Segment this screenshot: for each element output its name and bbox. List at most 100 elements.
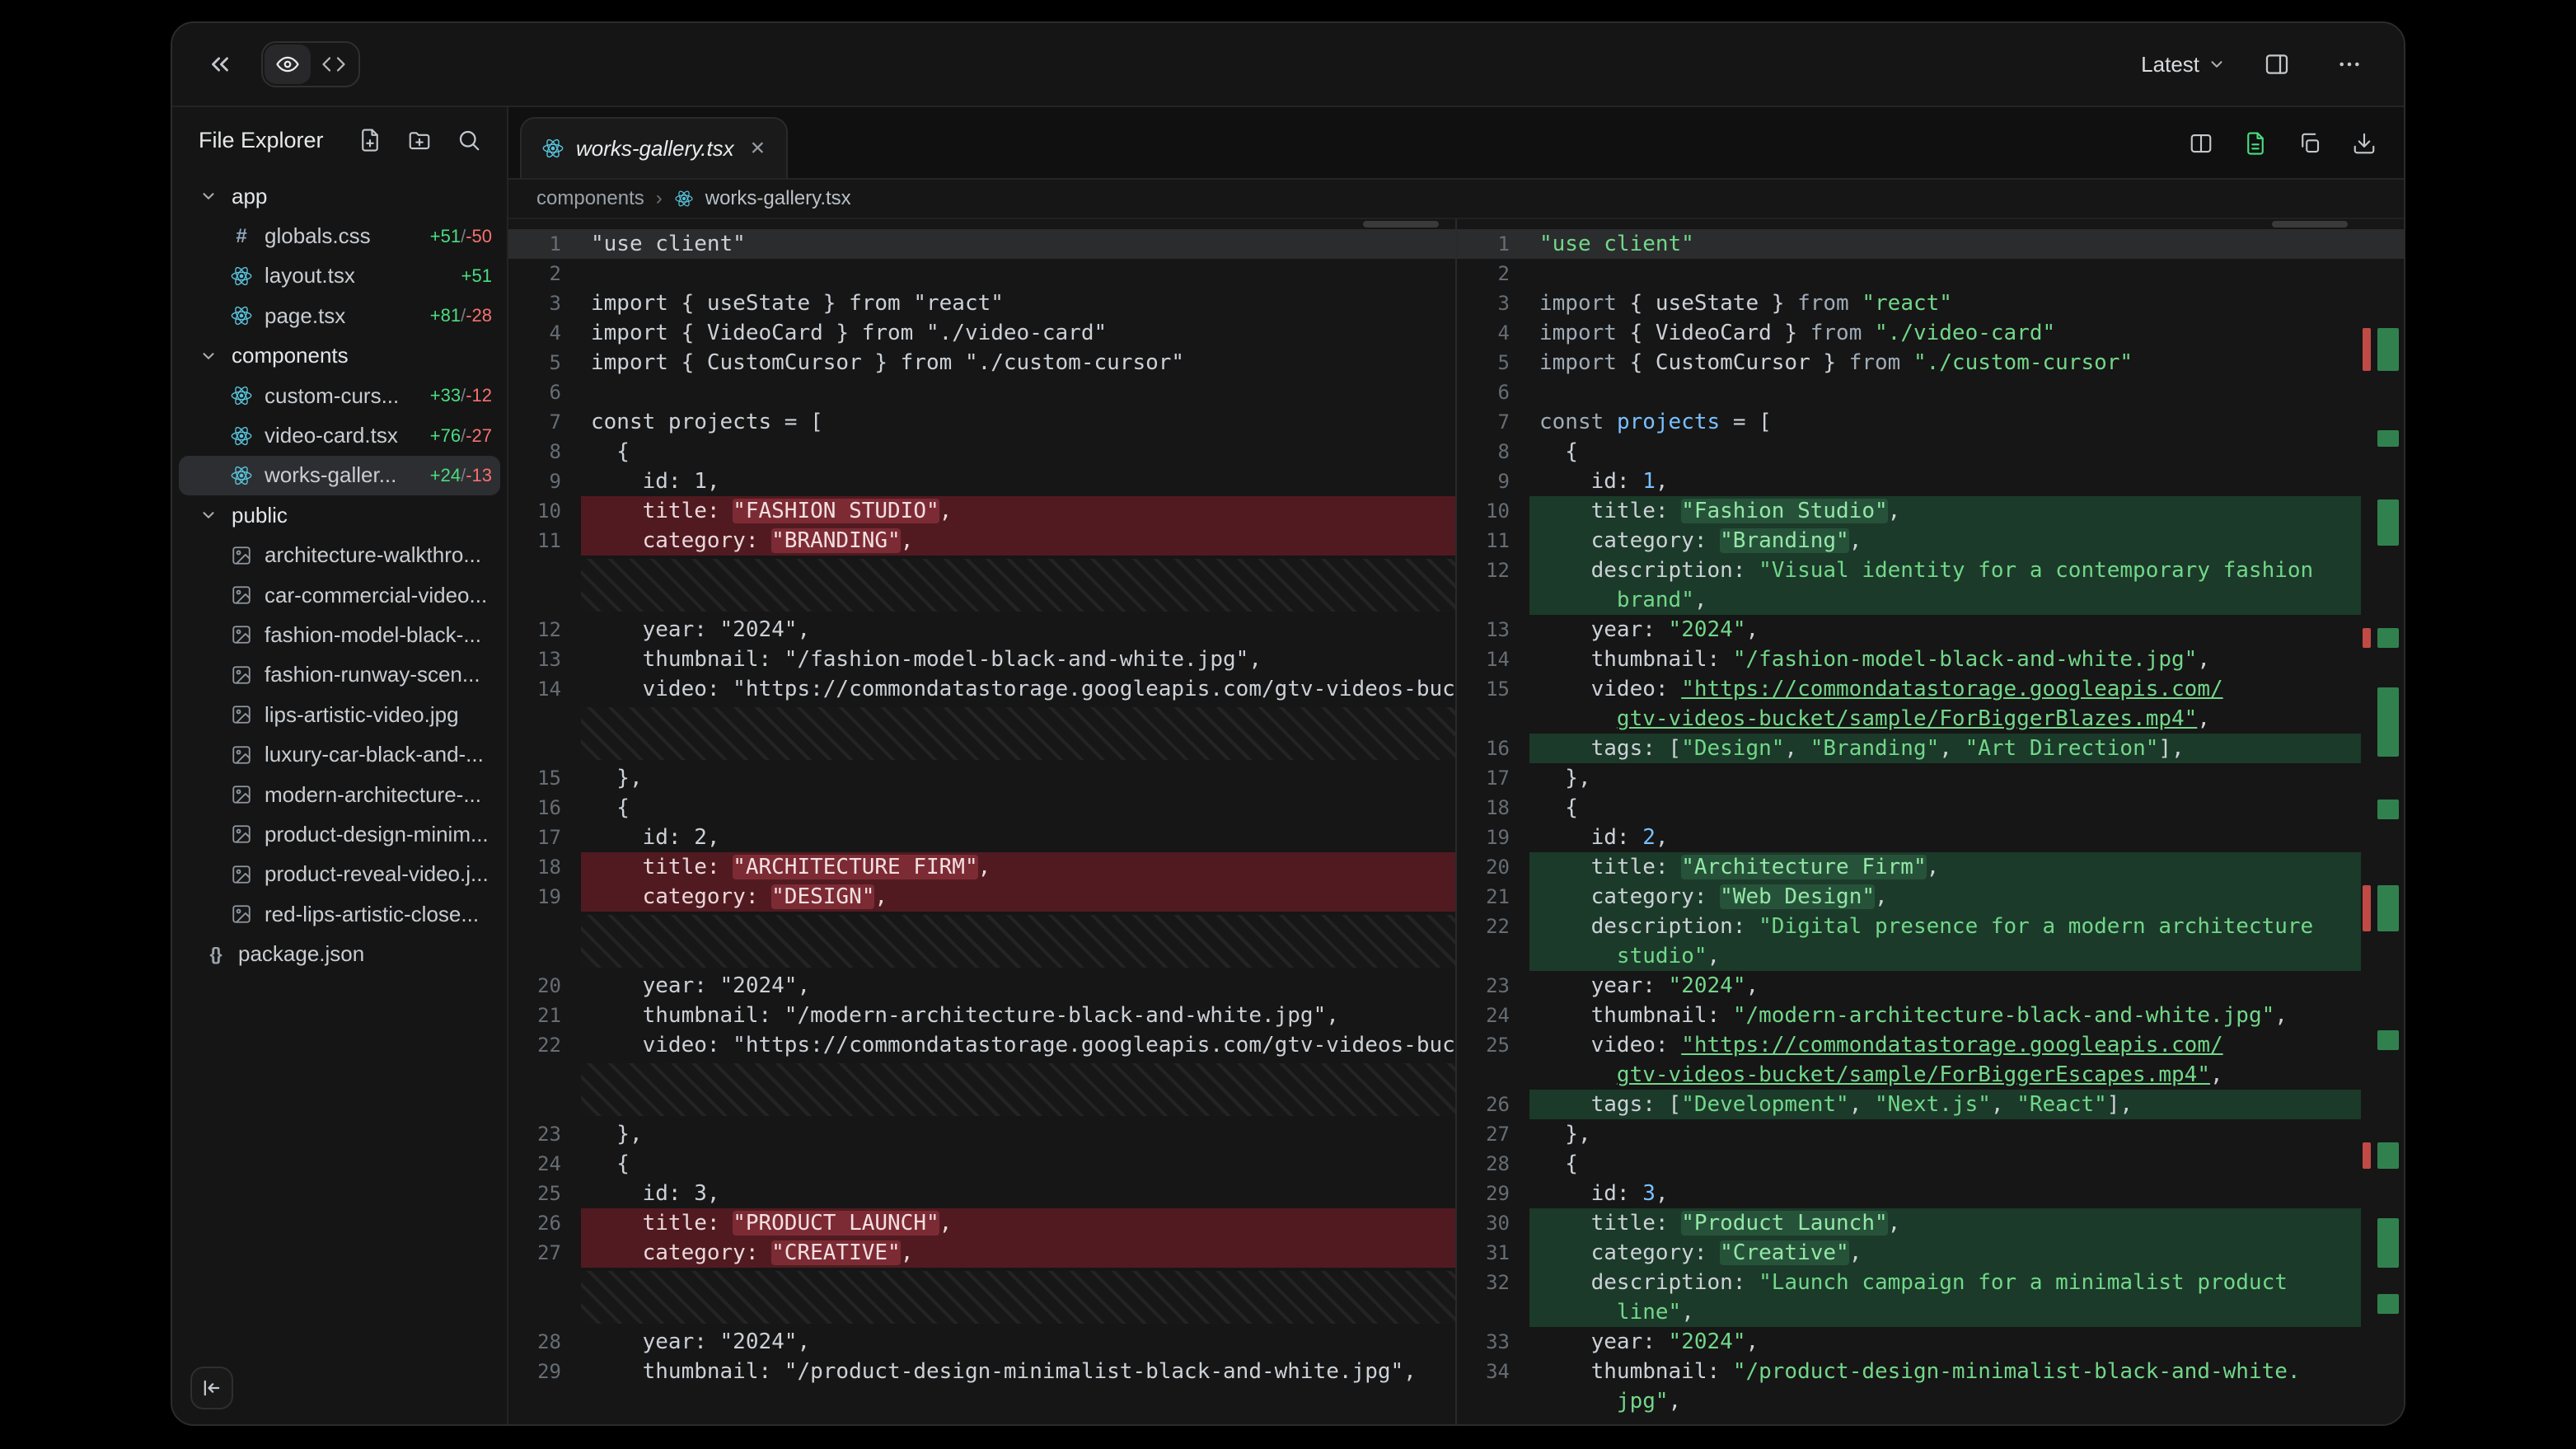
code-text[interactable]: title: "PRODUCT LAUNCH", <box>581 1208 1455 1238</box>
copy-button[interactable] <box>2293 127 2326 160</box>
code-text[interactable]: year: "2024", <box>581 971 1455 1001</box>
code-text[interactable]: { <box>1529 437 2361 467</box>
code-text[interactable]: thumbnail: "/product-design-minimalist-b… <box>581 1357 1455 1386</box>
code-text[interactable]: }, <box>581 1119 1455 1149</box>
tree-file-lips-artistic-video-jpg[interactable]: lips-artistic-video.jpg <box>179 695 500 734</box>
view-changes-button[interactable] <box>2239 127 2272 160</box>
code-text[interactable]: video: "https://commondatastorage.google… <box>1529 1030 2361 1060</box>
tree-file-page-tsx[interactable]: page.tsx+81/-28 <box>179 296 500 335</box>
tree-folder-app[interactable]: app <box>179 176 500 216</box>
tree-file-architecture-walkthro[interactable]: architecture-walkthro... <box>179 536 500 575</box>
breadcrumb-file[interactable]: works-gallery.tsx <box>705 187 851 210</box>
diff-pane-modified[interactable]: 1"use client"23import { useState } from … <box>1457 219 2404 1424</box>
tree-file-luxury-car-black-and[interactable]: luxury-car-black-and-... <box>179 734 500 774</box>
code-text[interactable] <box>581 377 1455 407</box>
code-text[interactable]: import { CustomCursor } from "./custom-c… <box>581 348 1455 377</box>
code-text[interactable]: category: "Creative", <box>1529 1238 2361 1268</box>
code-text[interactable]: thumbnail: "/fashion-model-black-and-whi… <box>581 645 1455 674</box>
code-text[interactable]: import { useState } from "react" <box>581 288 1455 318</box>
code-text[interactable]: description: "Visual identity for a cont… <box>1529 556 2361 585</box>
scrollbar-thumb[interactable] <box>1363 221 1439 227</box>
more-options-button[interactable] <box>2325 40 2374 89</box>
tree-file-product-design-minim[interactable]: product-design-minim... <box>179 814 500 854</box>
code-text[interactable]: video: "https://commondatastorage.google… <box>581 1030 1455 1060</box>
tree-file-product-reveal-video-j[interactable]: product-reveal-video.j... <box>179 855 500 894</box>
code-text[interactable]: { <box>581 793 1455 823</box>
code-text[interactable]: }, <box>1529 1119 2361 1149</box>
tree-file-package-json[interactable]: {}package.json <box>179 934 500 973</box>
code-text[interactable]: const projects = [ <box>581 407 1455 437</box>
tree-file-fashion-runway-scen[interactable]: fashion-runway-scen... <box>179 655 500 695</box>
minimap[interactable] <box>2361 219 2404 1424</box>
tree-folder-public[interactable]: public <box>179 495 500 535</box>
code-text[interactable]: year: "2024", <box>581 615 1455 645</box>
new-folder-button[interactable] <box>405 125 434 155</box>
collapse-panel-button[interactable] <box>195 40 245 89</box>
scrollbar-thumb[interactable] <box>2272 221 2348 227</box>
code-text[interactable]: title: "Architecture Firm", <box>1529 852 2361 882</box>
code-text[interactable]: { <box>1529 793 2361 823</box>
tree-file-works-galler[interactable]: works-galler...+24/-13 <box>179 456 500 495</box>
code-text[interactable]: studio", <box>1529 941 2361 971</box>
code-text[interactable]: title: "FASHION STUDIO", <box>581 496 1455 526</box>
tab-works-gallery[interactable]: works-gallery.tsx × <box>520 117 788 178</box>
code-text[interactable]: category: "Branding", <box>1529 526 2361 556</box>
code-text[interactable]: category: "Web Design", <box>1529 882 2361 912</box>
code-text[interactable]: description: "Digital presence for a mod… <box>1529 912 2361 941</box>
collapse-sidebar-button[interactable] <box>190 1367 233 1409</box>
diff-pane-original[interactable]: 1"use client"23import { useState } from … <box>508 219 1457 1424</box>
code-text[interactable]: }, <box>581 763 1455 793</box>
code-text[interactable]: "use client" <box>581 229 1455 259</box>
code-text[interactable]: const projects = [ <box>1529 407 2361 437</box>
code-text[interactable]: line", <box>1529 1297 2361 1327</box>
tree-file-video-card-tsx[interactable]: video-card.tsx+76/-27 <box>179 415 500 455</box>
code-text[interactable]: year: "2024", <box>1529 615 2361 645</box>
code-text[interactable]: { <box>1529 1149 2361 1179</box>
code-text[interactable]: jpg", <box>1529 1386 2361 1416</box>
code-text[interactable]: id: 3, <box>581 1179 1455 1208</box>
code-text[interactable]: year: "2024", <box>1529 971 2361 1001</box>
breadcrumb-folder[interactable]: components <box>536 187 644 210</box>
code-text[interactable]: year: "2024", <box>581 1327 1455 1357</box>
code-text[interactable]: category: "DESIGN", <box>581 882 1455 912</box>
code-text[interactable]: video: "https://commondatastorage.google… <box>581 674 1455 704</box>
code-text[interactable]: thumbnail: "/modern-architecture-black-a… <box>581 1001 1455 1030</box>
code-text[interactable]: { <box>581 1149 1455 1179</box>
layout-panel-button[interactable] <box>2252 40 2302 89</box>
code-text[interactable]: title: "ARCHITECTURE FIRM", <box>581 852 1455 882</box>
download-button[interactable] <box>2348 127 2381 160</box>
tree-file-fashion-model-black[interactable]: fashion-model-black-... <box>179 615 500 654</box>
tab-close-button[interactable]: × <box>746 133 770 164</box>
version-dropdown[interactable]: Latest <box>2138 52 2229 77</box>
tree-file-car-commercial-video[interactable]: car-commercial-video... <box>179 575 500 615</box>
code-text[interactable]: brand", <box>1529 585 2361 615</box>
code-text[interactable]: video: "https://commondatastorage.google… <box>1529 674 2361 704</box>
code-text[interactable]: import { VideoCard } from "./video-card" <box>581 318 1455 348</box>
code-text[interactable]: gtv-videos-bucket/sample/ForBiggerEscape… <box>1529 1060 2361 1090</box>
code-text[interactable]: id: 3, <box>1529 1179 2361 1208</box>
tree-file-layout-tsx[interactable]: layout.tsx+51 <box>179 256 500 296</box>
code-text[interactable] <box>581 259 1455 288</box>
code-text[interactable]: id: 2, <box>1529 823 2361 852</box>
code-text[interactable]: thumbnail: "/fashion-model-black-and-whi… <box>1529 645 2361 674</box>
code-text[interactable]: title: "Product Launch", <box>1529 1208 2361 1238</box>
code-text[interactable]: import { VideoCard } from "./video-card" <box>1529 318 2361 348</box>
search-button[interactable] <box>454 125 484 155</box>
code-text[interactable] <box>1529 377 2361 407</box>
split-view-button[interactable] <box>2185 127 2218 160</box>
tree-file-custom-curs[interactable]: custom-curs...+33/-12 <box>179 376 500 415</box>
code-text[interactable]: id: 1, <box>581 467 1455 496</box>
code-text[interactable]: title: "Fashion Studio", <box>1529 496 2361 526</box>
code-toggle-button[interactable] <box>311 45 357 84</box>
code-text[interactable]: { <box>581 437 1455 467</box>
code-text[interactable]: tags: ["Development", "Next.js", "React"… <box>1529 1090 2361 1119</box>
code-text[interactable]: thumbnail: "/product-design-minimalist-b… <box>1529 1357 2361 1386</box>
new-file-button[interactable] <box>355 125 385 155</box>
code-text[interactable]: id: 2, <box>581 823 1455 852</box>
tree-folder-components[interactable]: components <box>179 336 500 376</box>
code-text[interactable]: category: "CREATIVE", <box>581 1238 1455 1268</box>
code-text[interactable]: category: "BRANDING", <box>581 526 1455 556</box>
code-text[interactable] <box>1529 259 2361 288</box>
code-text[interactable]: }, <box>1529 763 2361 793</box>
code-text[interactable]: import { useState } from "react" <box>1529 288 2361 318</box>
